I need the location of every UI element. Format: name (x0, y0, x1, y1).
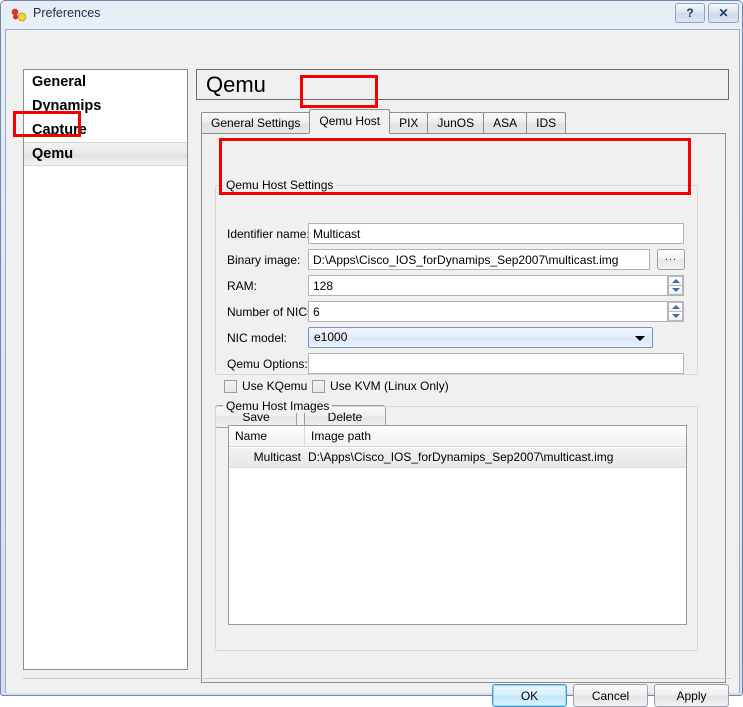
close-button[interactable]: ✕ (708, 3, 739, 23)
app-bubbles-icon (11, 8, 27, 22)
title-bar: Preferences ? ✕ (1, 1, 742, 29)
tab-qemu-host[interactable]: Qemu Host (309, 109, 391, 134)
preferences-window: Preferences ? ✕ General Dynamips Capture… (0, 0, 743, 707)
dialog-client-area: General Dynamips Capture Qemu Qemu Gener… (5, 29, 740, 707)
window-title: Preferences (33, 6, 101, 20)
help-button[interactable]: ? (675, 3, 705, 23)
